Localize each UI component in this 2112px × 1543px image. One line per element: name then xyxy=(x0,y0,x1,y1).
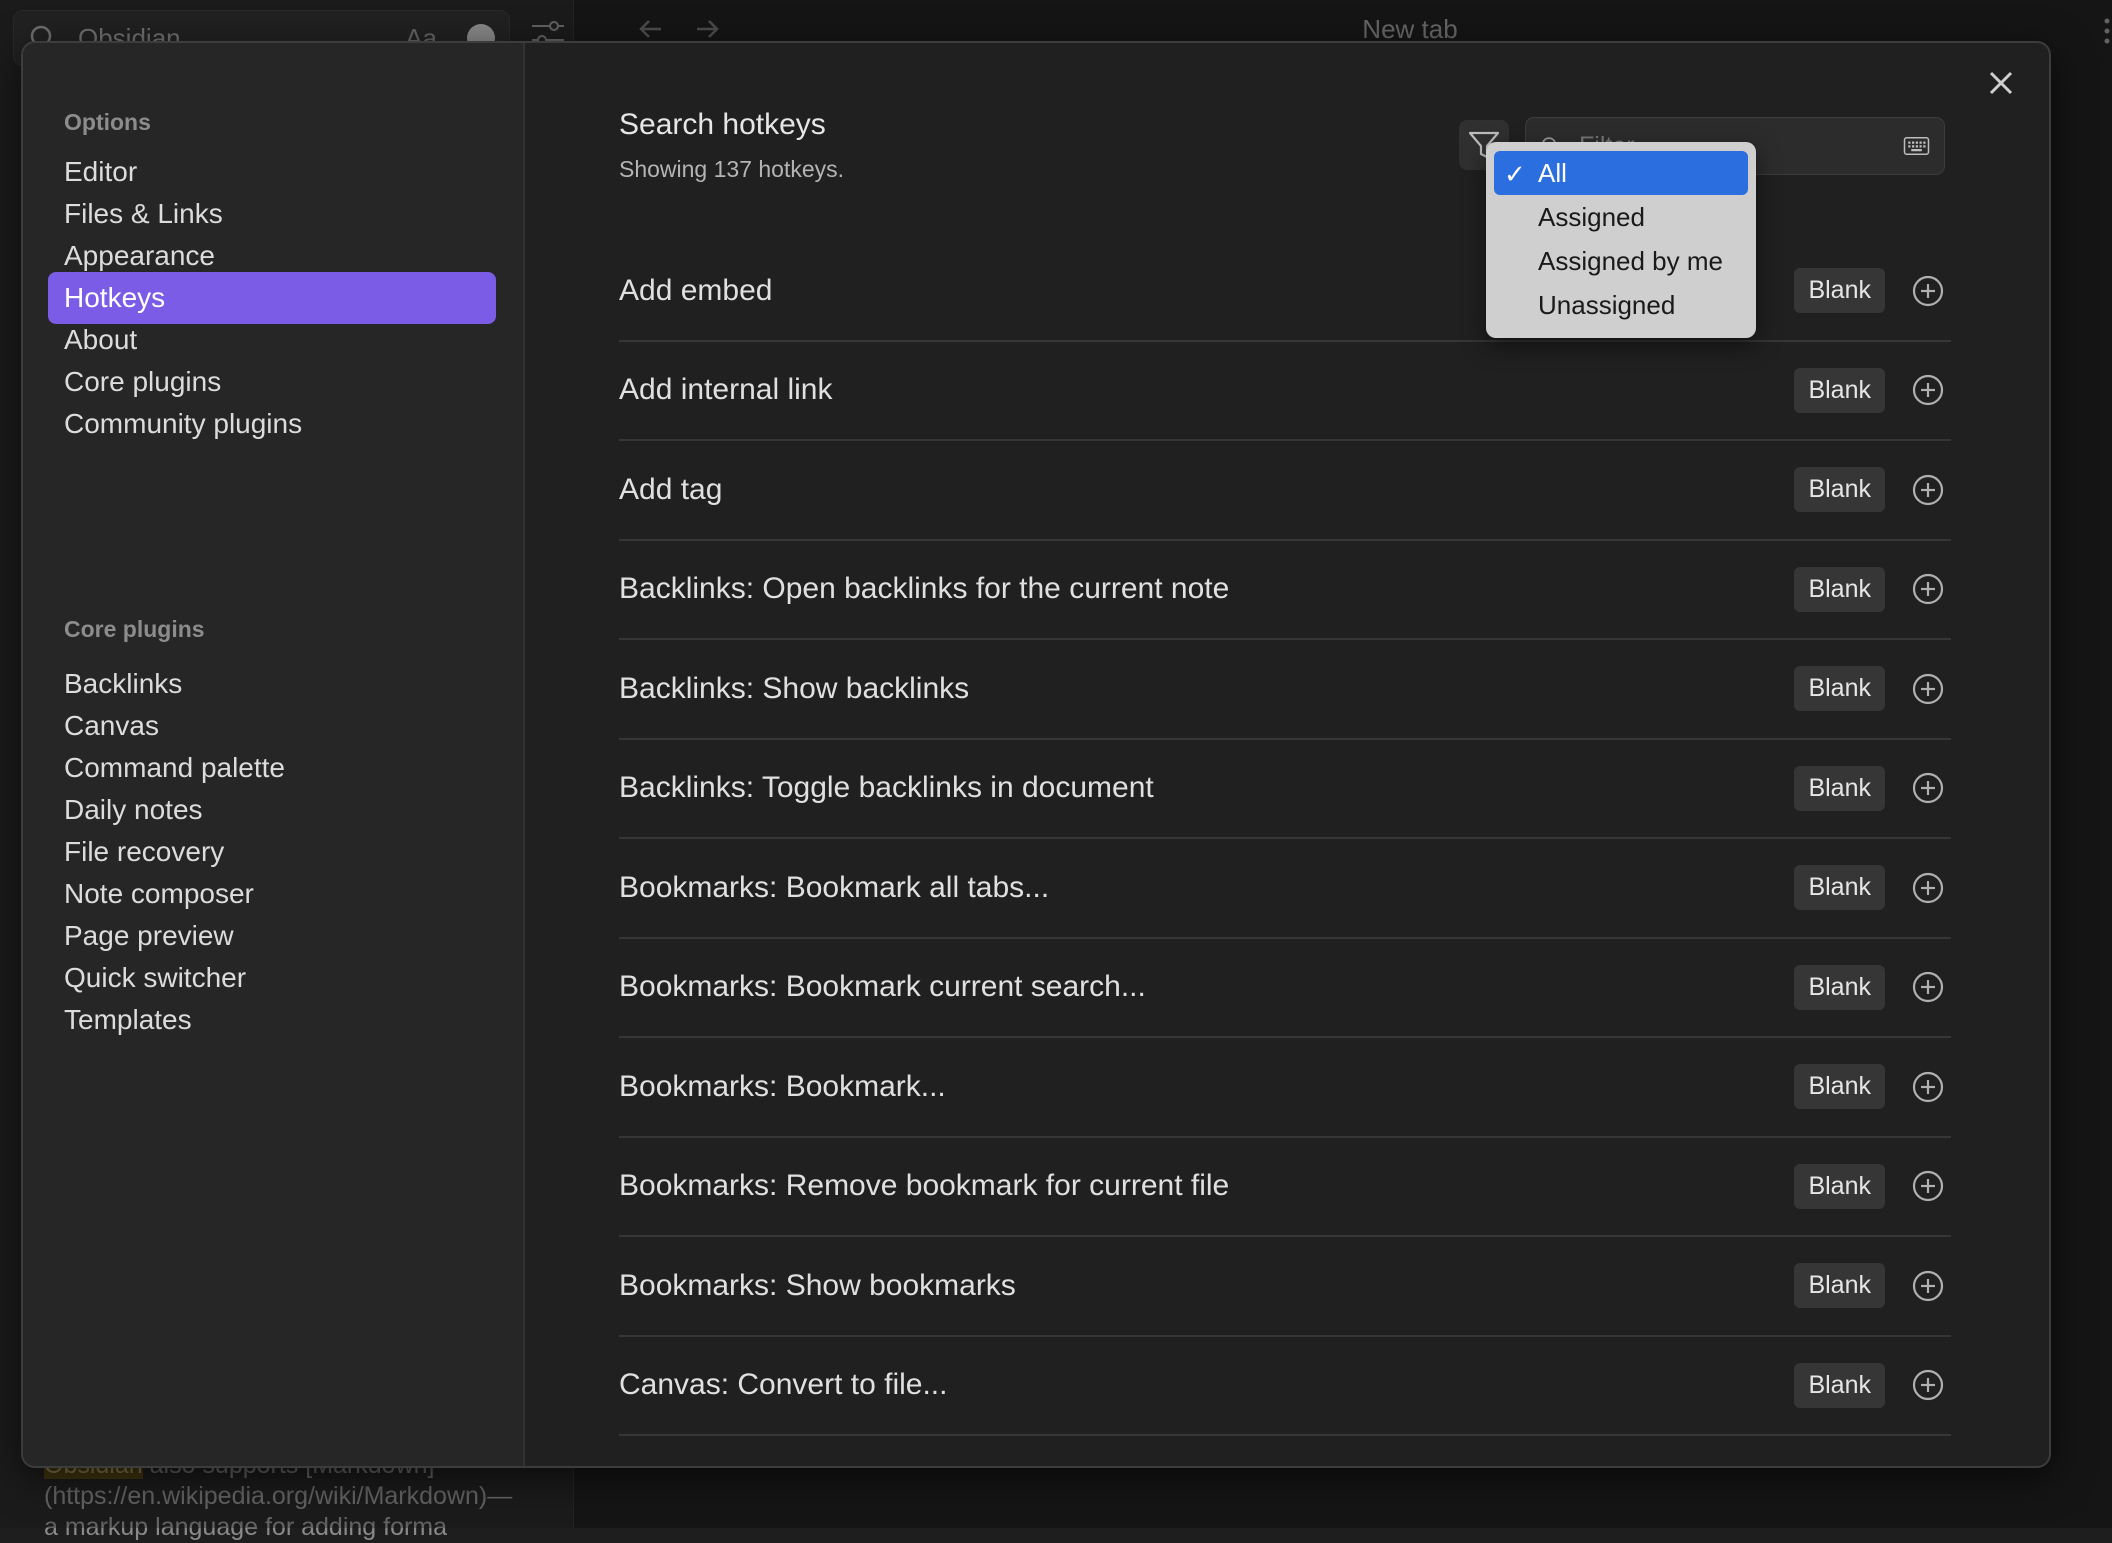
hotkey-value-chip[interactable]: Blank xyxy=(1794,367,1885,413)
core-plugins-heading: Core plugins xyxy=(64,616,205,642)
command-name: Add tag xyxy=(619,472,723,506)
hotkey-value-chip[interactable]: Blank xyxy=(1794,765,1885,811)
settings-sidebar: Options Editor Files & Links Appearance Hot… xyxy=(23,43,525,1466)
hotkey-row: Add tag Blank xyxy=(619,441,1951,541)
filter-option-all[interactable]: ✓ All xyxy=(1494,151,1748,195)
plus-circle-icon[interactable] xyxy=(1911,473,1945,507)
plus-circle-icon[interactable] xyxy=(1911,572,1945,606)
search-hotkeys-title: Search hotkeys xyxy=(619,108,826,141)
plus-circle-icon[interactable] xyxy=(1911,672,1945,706)
filter-option-assigned-by-me[interactable]: Assigned by me xyxy=(1494,239,1748,283)
sidebar-item-templates[interactable]: Templates xyxy=(48,994,496,1046)
close-button[interactable] xyxy=(1983,65,2019,101)
plus-circle-icon[interactable] xyxy=(1911,1070,1945,1104)
command-name: Bookmarks: Show bookmarks xyxy=(619,1268,1016,1302)
command-name: Backlinks: Show backlinks xyxy=(619,671,970,705)
command-name: Add internal link xyxy=(619,373,833,407)
sidebar-item-community-plugins[interactable]: Community plugins xyxy=(48,398,496,450)
command-name: Canvas: Convert to file... xyxy=(619,1368,948,1402)
plus-circle-icon[interactable] xyxy=(1911,871,1945,905)
hotkey-row: Backlinks: Show backlinks Blank xyxy=(619,640,1951,740)
command-name: Bookmarks: Remove bookmark for current f… xyxy=(619,1169,1230,1203)
hotkey-value-chip[interactable]: Blank xyxy=(1794,566,1885,612)
plus-circle-icon[interactable] xyxy=(1911,970,1945,1004)
hotkey-value-chip[interactable]: Blank xyxy=(1794,467,1885,513)
hotkey-list: Add embed Blank Add internal link Blank Add … xyxy=(619,242,1951,1436)
hotkey-row: Backlinks: Open backlinks for the curren… xyxy=(619,541,1951,640)
command-name: Bookmarks: Bookmark current search... xyxy=(619,970,1146,1004)
hotkey-value-chip[interactable]: Blank xyxy=(1794,1263,1885,1309)
filter-dropdown-menu: ✓ All Assigned Assigned by me Unassigned xyxy=(1486,142,1756,338)
hotkey-row: Bookmarks: Bookmark all tabs... Blank xyxy=(619,839,1951,939)
plus-circle-icon[interactable] xyxy=(1911,1169,1945,1203)
command-name: Backlinks: Toggle backlinks in document xyxy=(619,771,1154,805)
hotkey-count: Showing 137 hotkeys. xyxy=(619,156,845,182)
command-name: Bookmarks: Bookmark... xyxy=(619,1069,946,1103)
keyboard-icon[interactable] xyxy=(1903,132,1930,160)
hotkeys-panel: Search hotkeys Showing 137 hotkeys. Add … xyxy=(523,43,2049,1466)
plus-circle-icon[interactable] xyxy=(1911,373,1945,407)
plus-circle-icon[interactable] xyxy=(1911,1368,1945,1402)
plus-circle-icon[interactable] xyxy=(1911,274,1945,308)
filter-option-unassigned[interactable]: Unassigned xyxy=(1494,283,1748,327)
filter-option-label: All xyxy=(1538,157,1567,188)
checkmark-icon: ✓ xyxy=(1504,159,1526,189)
filter-option-label: Unassigned xyxy=(1538,289,1676,320)
command-name: Bookmarks: Bookmark all tabs... xyxy=(619,870,1050,904)
options-heading: Options xyxy=(64,109,151,135)
hotkey-value-chip[interactable]: Blank xyxy=(1794,268,1885,314)
filter-option-label: Assigned xyxy=(1538,201,1645,232)
hotkey-row: Bookmarks: Bookmark current search... Bla… xyxy=(619,939,1951,1038)
plus-circle-icon[interactable] xyxy=(1911,1269,1945,1303)
filter-option-label: Assigned by me xyxy=(1538,245,1723,276)
hotkey-row: Bookmarks: Remove bookmark for current f… xyxy=(619,1138,1951,1237)
hotkey-value-chip[interactable]: Blank xyxy=(1794,1064,1885,1110)
hotkey-row: Canvas: Convert to file... Blank xyxy=(619,1337,1951,1436)
hotkey-value-chip[interactable]: Blank xyxy=(1794,1362,1885,1408)
hotkey-value-chip[interactable]: Blank xyxy=(1794,964,1885,1010)
hotkey-row: Add internal link Blank xyxy=(619,342,1951,441)
close-icon xyxy=(1989,71,2013,95)
hotkey-value-chip[interactable]: Blank xyxy=(1794,666,1885,712)
hotkey-value-chip[interactable]: Blank xyxy=(1794,865,1885,911)
hotkey-value-chip[interactable]: Blank xyxy=(1794,1163,1885,1209)
hotkey-row: Backlinks: Toggle backlinks in document B… xyxy=(619,740,1951,839)
filter-option-assigned[interactable]: Assigned xyxy=(1494,195,1748,239)
plus-circle-icon[interactable] xyxy=(1911,771,1945,805)
hotkey-row: Bookmarks: Bookmark... Blank xyxy=(619,1038,1951,1138)
hotkey-row: Bookmarks: Show bookmarks Blank xyxy=(619,1237,1951,1337)
command-name: Backlinks: Open backlinks for the curren… xyxy=(619,572,1230,606)
